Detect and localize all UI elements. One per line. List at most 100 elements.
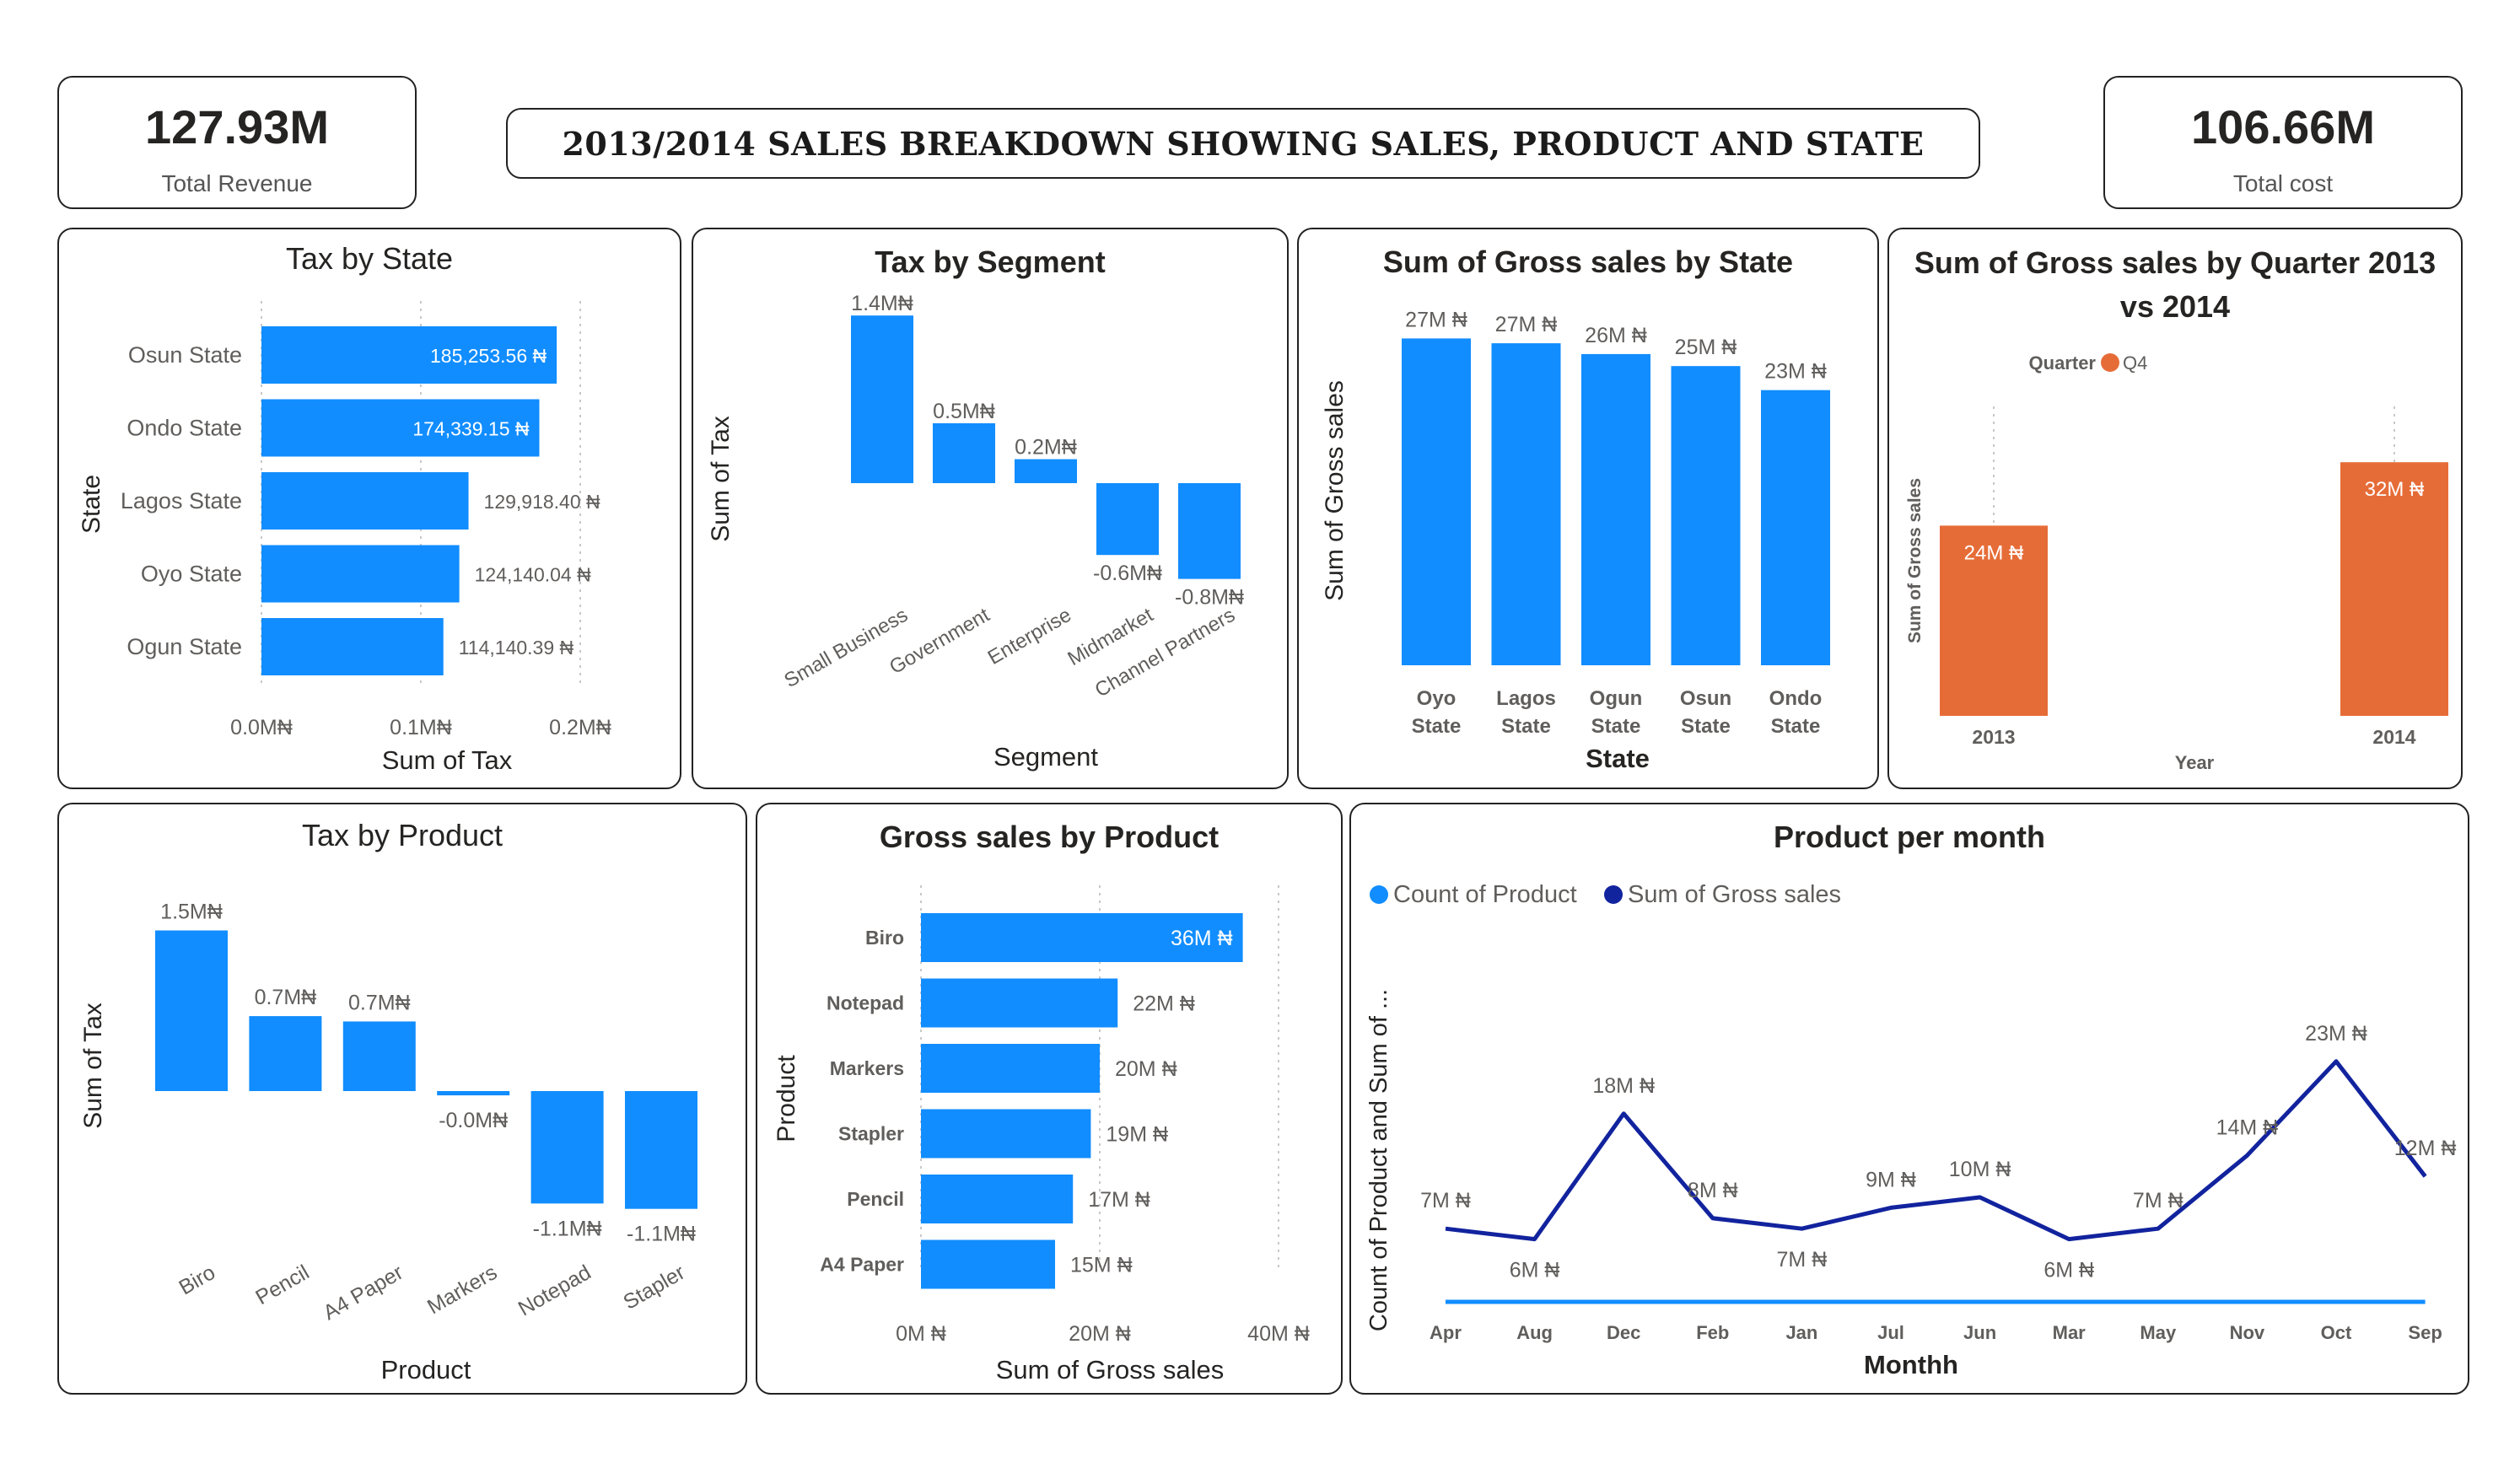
category-label: Oct xyxy=(2321,1322,2352,1343)
tax-by-state-chart: 0.0M₦ 0.1M₦ 0.2M₦ Osun State 185,253.56 ₦ Ond… xyxy=(78,301,611,775)
gross-by-product-chart: 0M ₦ 20M ₦ 40M ₦ Biro 36M ₦ Notepad 22M ₦ Marke… xyxy=(773,885,1310,1384)
bar xyxy=(851,315,913,483)
data-label: 7M ₦ xyxy=(2133,1189,2183,1212)
bar xyxy=(921,1044,1100,1093)
data-label: 15M ₦ xyxy=(1070,1254,1133,1277)
bar xyxy=(342,1021,416,1091)
bar xyxy=(530,1091,604,1204)
data-label: 7M ₦ xyxy=(1777,1248,1828,1272)
bar xyxy=(261,472,469,530)
category-label-line: Osun xyxy=(1680,687,1731,710)
category-label: Stapler xyxy=(838,1123,904,1145)
bar xyxy=(261,618,444,675)
bar xyxy=(921,1109,1091,1159)
category-label: Notepad xyxy=(514,1261,595,1321)
category-label-line: State xyxy=(1591,715,1641,738)
category-label: 2013 xyxy=(1972,726,2015,748)
x-tick-label: 0.2M₦ xyxy=(549,716,611,739)
category-label: Ondo State xyxy=(127,416,242,441)
category-label-line: Ondo xyxy=(1769,687,1823,710)
legend-marker xyxy=(1370,885,1388,904)
category-label: Lagos State xyxy=(121,488,242,513)
panel-tax-by-state[interactable]: Tax by State 0.0M₦ 0.1M₦ 0.2M₦ Osun State 18… xyxy=(57,228,681,789)
data-label: 32M ₦ xyxy=(2365,478,2425,501)
bar xyxy=(261,545,460,603)
data-label: -0.6M₦ xyxy=(1093,562,1162,585)
panel-gross-by-quarter[interactable]: Sum of Gross sales by Quarter 2013 vs 20… xyxy=(1887,228,2463,789)
data-label: 12M ₦ xyxy=(2394,1137,2457,1160)
data-label: 124,140.04 ₦ xyxy=(475,564,592,586)
bar xyxy=(921,1239,1055,1289)
y-axis-title: Sum of Gross sales xyxy=(1321,380,1349,601)
category-label: Jan xyxy=(1785,1322,1817,1343)
data-label: 0.5M₦ xyxy=(933,400,995,423)
x-axis-title: Year xyxy=(2175,752,2215,773)
legend-title: Quarter xyxy=(2029,352,2097,374)
data-label: 36M ₦ xyxy=(1171,927,1233,950)
dashboard-title-box: 2013/2014 SALES BREAKDOWN SHOWING SALES,… xyxy=(506,108,1980,179)
category-label: Oyo State xyxy=(141,562,242,587)
legend-marker xyxy=(2101,353,2119,372)
tax-by-product-chart: 1.5M₦ Biro 0.7M₦ Pencil 0.7M₦ A4 Paper -0.0M₦ M… xyxy=(79,901,697,1384)
bar xyxy=(249,1016,322,1091)
x-axis-title: Sum of Gross sales xyxy=(996,1355,1224,1384)
data-label: 0.2M₦ xyxy=(1015,436,1077,460)
data-label: -1.1M₦ xyxy=(533,1217,602,1240)
category-label: Jun xyxy=(1963,1322,1996,1343)
legend-label: Count of Product xyxy=(1393,881,1577,908)
bar xyxy=(437,1091,510,1096)
data-label: 0.7M₦ xyxy=(348,991,411,1014)
x-axis-title: Segment xyxy=(993,742,1098,772)
panel-product-per-month[interactable]: Product per month Count of Product Sum of… xyxy=(1349,803,2469,1395)
kpi-value: 127.93M xyxy=(145,100,329,153)
category-label: Biro xyxy=(175,1261,219,1299)
panel-gross-by-state[interactable]: Sum of Gross sales by State 27M ₦ Oyo Stat… xyxy=(1297,228,1879,789)
category-label-line: State xyxy=(1771,715,1821,738)
bar xyxy=(921,1175,1074,1223)
category-label: Feb xyxy=(1696,1322,1729,1343)
y-axis-title: State xyxy=(78,475,105,534)
category-label: Apr xyxy=(1430,1322,1462,1343)
data-label: 19M ₦ xyxy=(1106,1123,1168,1147)
kpi-label: Total cost xyxy=(2232,170,2334,196)
x-tick-label: 40M ₦ xyxy=(1247,1322,1310,1346)
data-label: 185,253.56 ₦ xyxy=(430,345,547,367)
data-label: 1.5M₦ xyxy=(160,901,223,924)
x-tick-label: 0M ₦ xyxy=(896,1322,946,1346)
bar xyxy=(1178,483,1241,579)
panel-tax-by-product[interactable]: Tax by Product 1.5M₦ Biro 0.7M₦ Pencil 0.7M₦… xyxy=(57,803,747,1395)
bar xyxy=(625,1091,697,1209)
data-label: 23M ₦ xyxy=(2305,1022,2367,1046)
dashboard-title: 2013/2014 SALES BREAKDOWN SHOWING SALES,… xyxy=(562,124,1925,163)
category-label-line: Ogun xyxy=(1590,687,1643,710)
data-label: 22M ₦ xyxy=(1133,992,1195,1016)
panel-gross-by-product[interactable]: Gross sales by Product 0M ₦ 20M ₦ 40M ₦ Bir… xyxy=(756,803,1343,1395)
product-per-month-chart: Count of Product Sum of Gross sales Count … xyxy=(1365,881,2457,1379)
bar xyxy=(1671,366,1741,665)
data-label: 174,339.15 ₦ xyxy=(412,418,530,440)
data-label: 17M ₦ xyxy=(1088,1188,1150,1212)
data-label: 27M ₦ xyxy=(1495,313,1558,336)
bar xyxy=(1761,390,1830,665)
data-label: 9M ₦ xyxy=(1866,1168,1916,1191)
x-axis-title: Sum of Tax xyxy=(382,745,513,775)
category-label: A4 Paper xyxy=(820,1254,904,1276)
category-label: Ogun State xyxy=(127,634,242,659)
legend-label: Q4 xyxy=(2123,352,2147,374)
category-label: May xyxy=(2140,1322,2177,1343)
data-label: -0.0M₦ xyxy=(439,1109,508,1132)
x-axis-title: Monthh xyxy=(1864,1350,1958,1379)
data-label: 25M ₦ xyxy=(1675,336,1737,359)
category-label-line: Oyo xyxy=(1417,687,1457,710)
bar xyxy=(1491,343,1561,665)
panel-tax-by-segment[interactable]: Tax by Segment 1.4M₦ Small Business 0.5M₦ G… xyxy=(692,228,1289,789)
bar xyxy=(921,978,1118,1028)
data-label: 27M ₦ xyxy=(1405,308,1467,331)
category-label: Jul xyxy=(1877,1322,1904,1343)
category-label: Osun State xyxy=(128,342,242,368)
bar xyxy=(1096,483,1159,556)
category-label: A4 Paper xyxy=(320,1261,407,1325)
data-label: 7M ₦ xyxy=(1420,1189,1471,1212)
bar xyxy=(933,423,995,483)
category-label-line: State xyxy=(1412,715,1462,738)
